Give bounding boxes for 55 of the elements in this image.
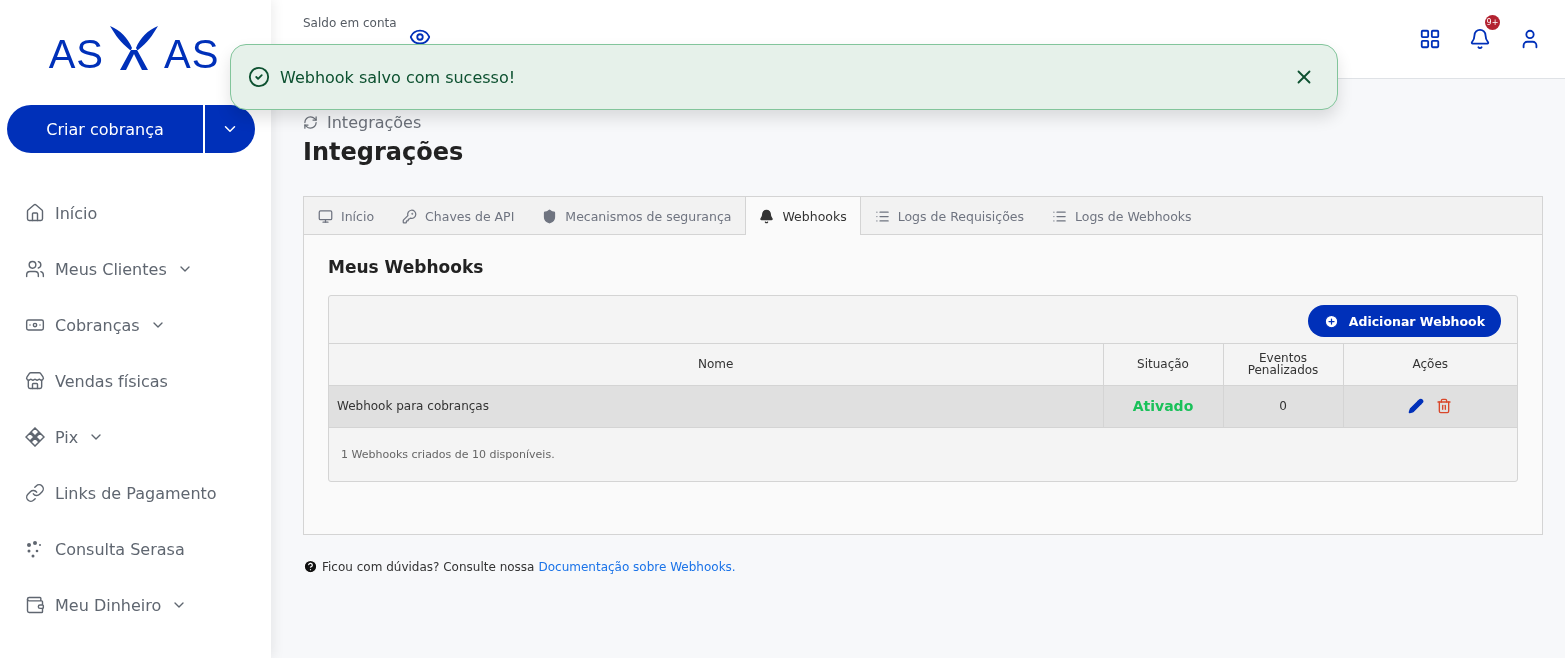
bell-icon[interactable] [1469, 28, 1491, 50]
create-charge-button[interactable]: Criar cobrança [7, 105, 203, 153]
check-icon [248, 66, 270, 88]
sidebar-item[interactable]: Cobranças [7, 297, 217, 353]
logo-text: AS [48, 36, 104, 72]
tab[interactable]: Chaves de API [388, 197, 529, 235]
edit-icon[interactable] [1408, 398, 1425, 414]
diamond-icon [25, 427, 45, 447]
help-icon [303, 559, 318, 574]
sidebar-item[interactable]: Meu Dinheiro [7, 577, 217, 633]
tab[interactable]: Logs de Webhooks [1038, 197, 1206, 235]
notification-badge: 9+ [1485, 15, 1500, 30]
sidebar-item[interactable]: Meus Clientes [7, 241, 217, 297]
sidebar-item[interactable]: Vendas físicas [7, 353, 217, 409]
users-icon [25, 259, 45, 279]
link-icon [25, 483, 45, 503]
page-title: Integrações [303, 138, 465, 166]
section-title: Meus Webhooks [328, 257, 485, 277]
bell-icon [759, 208, 775, 224]
webhooks-count: 1 Webhooks criados de 10 disponíveis. [340, 446, 556, 463]
monitor-icon [318, 208, 333, 224]
help-text: Ficou com dúvidas? Consulte nossa [322, 559, 535, 574]
shield-icon [542, 208, 558, 224]
table-cell: Webhook para cobranças [329, 385, 1103, 427]
wallet-icon [25, 595, 45, 615]
toast-message: Webhook salvo com sucesso! [280, 67, 517, 87]
column-header: Nome [329, 344, 1103, 385]
table-cell: 0 [1223, 385, 1343, 427]
sidebar-item[interactable]: Início [7, 185, 217, 241]
tab[interactable]: Logs de Requisições [860, 197, 1038, 235]
sidebar-item[interactable]: Pix [7, 409, 217, 465]
add-webhook-button[interactable]: Adicionar Webhook [1307, 305, 1501, 337]
trash-icon[interactable] [1436, 398, 1453, 414]
key-icon [402, 208, 418, 224]
logo-text: AS [164, 36, 220, 72]
dropdown-button[interactable] [205, 105, 255, 153]
plus-icon [1323, 313, 1339, 329]
tab[interactable]: Mecanismos de segurança [528, 197, 746, 235]
store-icon [25, 371, 45, 391]
balance-label: Saldo em conta [303, 16, 397, 30]
tab[interactable]: Início [304, 197, 389, 235]
list-icon [1052, 208, 1067, 224]
sidebar-item[interactable]: Links de Pagamento [7, 465, 217, 521]
grid-icon[interactable] [1419, 28, 1441, 50]
tab[interactable]: Webhooks [745, 197, 861, 235]
status-text: Ativado [1132, 398, 1194, 414]
refresh-icon [303, 115, 318, 130]
sidebar-item[interactable]: Consulta Serasa [7, 521, 217, 577]
breadcrumb: Integrações [327, 113, 422, 132]
home-icon [25, 203, 45, 223]
column-header: Eventos Penalizados [1223, 344, 1343, 385]
documentation-link[interactable]: Documentação sobre Webhooks. [538, 559, 736, 574]
column-header: Situação [1103, 344, 1223, 385]
list-icon [874, 208, 890, 224]
column-header: Ações [1343, 344, 1517, 385]
